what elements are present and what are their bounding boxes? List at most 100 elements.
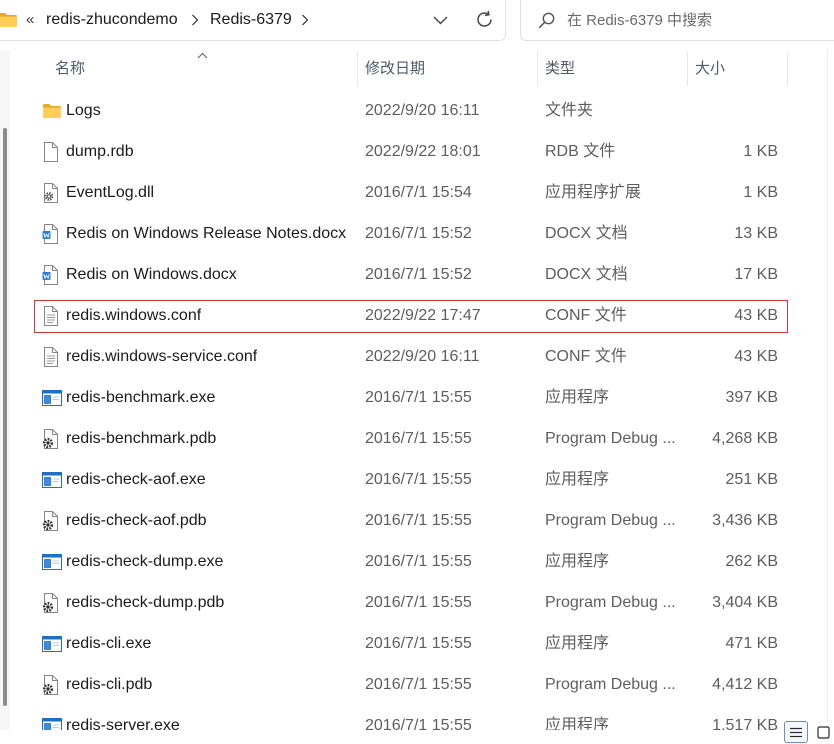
file-modified-date: 2016/7/1 15:55 [365,635,472,652]
file-name: Redis on Windows.docx [66,266,237,283]
file-row[interactable]: dump.rdb 2022/9/22 18:01 RDB 文件 1 KB [34,131,794,172]
file-size: 1 KB [743,143,778,160]
word-doc-icon [42,264,60,285]
chevron-down-icon[interactable] [433,16,448,25]
file-row[interactable]: redis.windows-service.conf 2022/9/20 16:1… [34,336,794,377]
file-row[interactable]: redis-check-aof.pdb 2016/7/1 15:55 Program… [34,500,794,541]
large-icons-view-button[interactable] [812,721,834,743]
file-name: Logs [66,102,101,119]
file-size: 3,404 KB [712,594,778,611]
file-modified-date: 2016/7/1 15:54 [365,184,472,201]
file-type: 应用程序 [545,389,610,406]
file-type: 应用程序 [545,553,610,570]
address-bar[interactable]: « redis-zhucondemo Redis-6379 [0,0,506,41]
file-row[interactable]: redis-cli.exe 2016/7/1 15:55 应用程序 471 KB [34,623,794,664]
navigation-pane-scrollbar[interactable] [0,50,10,730]
column-header-size[interactable]: 大小 [695,50,725,88]
column-header-name[interactable]: 名称 [55,50,85,88]
file-modified-date: 2016/7/1 15:55 [365,430,472,447]
exe-icon [42,553,62,570]
file-name: redis-cli.pdb [66,676,153,693]
file-row[interactable]: redis-cli.pdb 2016/7/1 15:55 Program Debug… [34,664,794,705]
file-row[interactable]: redis-check-aof.exe 2016/7/1 15:55 应用程序 251… [34,459,794,500]
file-name: EventLog.dll [66,184,155,201]
file-size: 1,517 KB [712,717,778,730]
file-type: 应用程序 [545,635,610,652]
file-name: redis-check-aof.pdb [66,512,207,529]
file-modified-date: 2022/9/20 16:11 [365,102,480,119]
file-row[interactable]: redis-server.exe 2016/7/1 15:55 应用程序 1,517 … [34,705,794,730]
file-size: 262 KB [725,553,778,570]
file-size: 4,412 KB [712,676,778,693]
file-name: redis.windows.conf [66,307,202,324]
file-modified-date: 2022/9/20 16:11 [365,348,480,365]
details-view-icon [789,727,803,738]
breadcrumb-overflow-button[interactable]: « [26,0,34,40]
file-row[interactable]: redis-check-dump.pdb 2016/7/1 15:55 Progra… [34,582,794,623]
details-view-button[interactable] [784,721,808,743]
file-type: 应用程序 [545,471,610,488]
column-resize-handle[interactable] [357,52,358,86]
text-file-icon [42,346,60,367]
search-icon [538,12,555,29]
file-type: DOCX 文档 [545,225,628,242]
file-type: 应用程序扩展 [545,184,642,201]
file-row[interactable]: redis-benchmark.exe 2016/7/1 15:55 应用程序 397… [34,377,794,418]
file-name: redis-check-dump.exe [66,553,224,570]
file-type: Program Debug ... [545,512,676,529]
file-type: CONF 文件 [545,307,627,324]
file-size: 1 KB [743,184,778,201]
file-type: CONF 文件 [545,348,627,365]
scrollbar-thumb[interactable] [3,128,7,706]
file-row[interactable]: redis-benchmark.pdb 2016/7/1 15:55 Program… [34,418,794,459]
file-modified-date: 2016/7/1 15:52 [365,225,472,242]
file-type: RDB 文件 [545,143,616,160]
file-name: Redis on Windows Release Notes.docx [66,225,347,242]
column-resize-handle[interactable] [787,52,788,86]
pdb-icon [42,428,60,449]
word-doc-icon [42,223,60,244]
search-input[interactable] [567,0,817,40]
file-size: 4,268 KB [712,430,778,447]
column-header-type[interactable]: 类型 [545,50,575,88]
chevron-right-icon[interactable] [301,14,309,26]
file-row[interactable]: Redis on Windows Release Notes.docx 2016/… [34,213,794,254]
file-type: DOCX 文档 [545,266,628,283]
column-resize-handle[interactable] [537,52,538,86]
file-modified-date: 2022/9/22 18:01 [365,143,481,160]
breadcrumb-item-redis-zhucondemo[interactable]: redis-zhucondemo [46,0,178,40]
file-size: 251 KB [725,471,778,488]
file-row[interactable]: Logs 2022/9/20 16:11 文件夹 [34,90,794,131]
file-name: redis.windows-service.conf [66,348,258,365]
breadcrumb-item-redis-6379[interactable]: Redis-6379 [210,0,292,40]
file-name: redis-cli.exe [66,635,152,652]
search-box[interactable] [520,0,834,41]
exe-icon [42,471,62,488]
file-type: Program Debug ... [545,676,676,693]
file-modified-date: 2016/7/1 15:55 [365,553,472,570]
file-name: redis-benchmark.pdb [66,430,217,447]
file-name: redis-server.exe [66,717,180,730]
column-resize-handle[interactable] [687,52,688,86]
file-modified-date: 2022/9/22 17:47 [365,307,481,324]
file-explorer-window: « redis-zhucondemo Redis-6379 名称 修改日期 类型… [0,0,834,744]
file-name: dump.rdb [66,143,134,160]
file-row[interactable]: EventLog.dll 2016/7/1 15:54 应用程序扩展 1 KB [34,172,794,213]
text-file-icon [42,305,60,326]
file-size: 397 KB [725,389,778,406]
refresh-icon[interactable] [475,10,494,29]
pane-divider [827,50,828,722]
file-size: 43 KB [734,348,778,365]
file-list: Logs 2022/9/20 16:11 文件夹 dump.rdb 2022/9/22 … [34,90,794,730]
file-row[interactable]: Redis on Windows.docx 2016/7/1 15:52 DOCX … [34,254,794,295]
file-row[interactable]: redis-check-dump.exe 2016/7/1 15:55 应用程序 26… [34,541,794,582]
file-name: redis-benchmark.exe [66,389,216,406]
file-size: 3,436 KB [712,512,778,529]
column-header-modified[interactable]: 修改日期 [365,50,425,88]
file-size: 471 KB [725,635,778,652]
file-row-highlighted[interactable]: redis.windows.conf 2022/9/22 17:47 CONF 文件… [34,295,794,336]
chevron-right-icon[interactable] [191,14,199,26]
dll-icon [42,182,60,203]
file-modified-date: 2016/7/1 15:55 [365,676,472,693]
large-icons-view-icon [816,725,830,739]
